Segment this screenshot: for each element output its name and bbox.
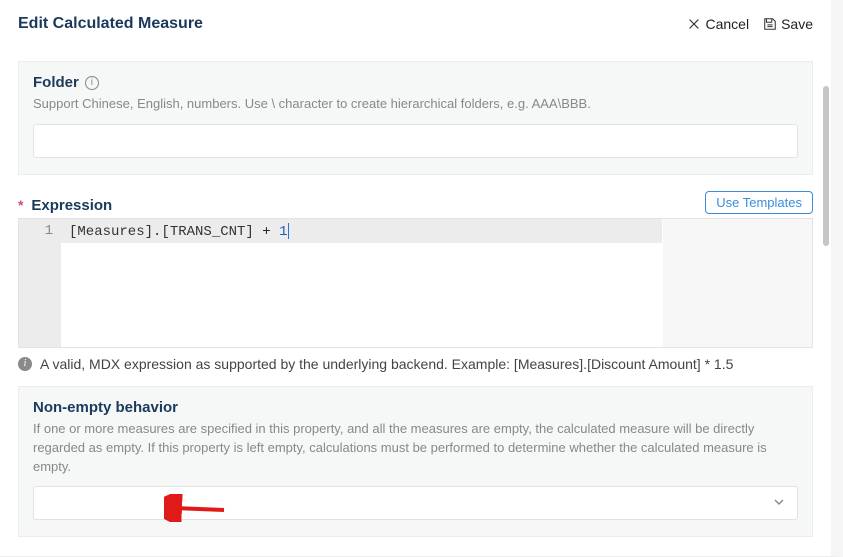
nonempty-help-text: If one or more measures are specified in…	[33, 420, 798, 477]
expression-hint-row: i A valid, MDX expression as supported b…	[18, 356, 813, 372]
header-actions: Cancel Save	[687, 16, 813, 32]
expression-label: Expression	[31, 197, 112, 214]
required-indicator: *	[18, 197, 23, 213]
folder-section: Folder i Support Chinese, English, numbe…	[18, 61, 813, 175]
cancel-label: Cancel	[705, 16, 749, 32]
folder-input[interactable]	[33, 124, 798, 158]
use-templates-button[interactable]: Use Templates	[705, 191, 813, 214]
nonempty-select[interactable]	[33, 486, 798, 520]
scrollbar-thumb[interactable]	[823, 86, 829, 246]
code-minimap[interactable]	[662, 219, 812, 347]
save-button[interactable]: Save	[763, 16, 813, 32]
folder-label: Folder	[33, 74, 79, 91]
code-token-number: 1	[279, 224, 287, 240]
code-gutter: 1	[19, 219, 61, 347]
chevron-down-icon	[773, 496, 785, 511]
code-token-identifier: [Measures].[TRANS_CNT]	[69, 224, 254, 240]
page-title: Edit Calculated Measure	[18, 15, 203, 33]
folder-help-text: Support Chinese, English, numbers. Use \…	[33, 95, 798, 114]
save-label: Save	[781, 16, 813, 32]
callout-arrow-icon	[164, 494, 232, 522]
panel-header: Edit Calculated Measure Cancel Save	[18, 15, 813, 33]
close-icon	[687, 17, 701, 31]
line-number: 1	[19, 223, 53, 239]
code-body: [Measures].[TRANS_CNT] + 1	[61, 219, 812, 347]
code-empty-area	[61, 243, 662, 347]
editor-caret	[288, 223, 289, 239]
folder-help-icon[interactable]: i	[85, 76, 99, 90]
code-token-operator: +	[254, 224, 279, 240]
expression-code-editor[interactable]: 1 [Measures].[TRANS_CNT] + 1	[18, 218, 813, 348]
code-area[interactable]: [Measures].[TRANS_CNT] + 1	[61, 219, 662, 347]
save-icon	[763, 17, 777, 31]
info-icon: i	[18, 357, 32, 371]
expression-hint-text: A valid, MDX expression as supported by …	[40, 356, 733, 372]
cancel-button[interactable]: Cancel	[687, 16, 749, 32]
nonempty-section: Non-empty behavior If one or more measur…	[18, 386, 813, 538]
expression-header: * Expression Use Templates	[18, 191, 813, 214]
nonempty-label: Non-empty behavior	[33, 399, 798, 416]
edit-calculated-measure-panel: Edit Calculated Measure Cancel Save Fold…	[0, 0, 843, 557]
